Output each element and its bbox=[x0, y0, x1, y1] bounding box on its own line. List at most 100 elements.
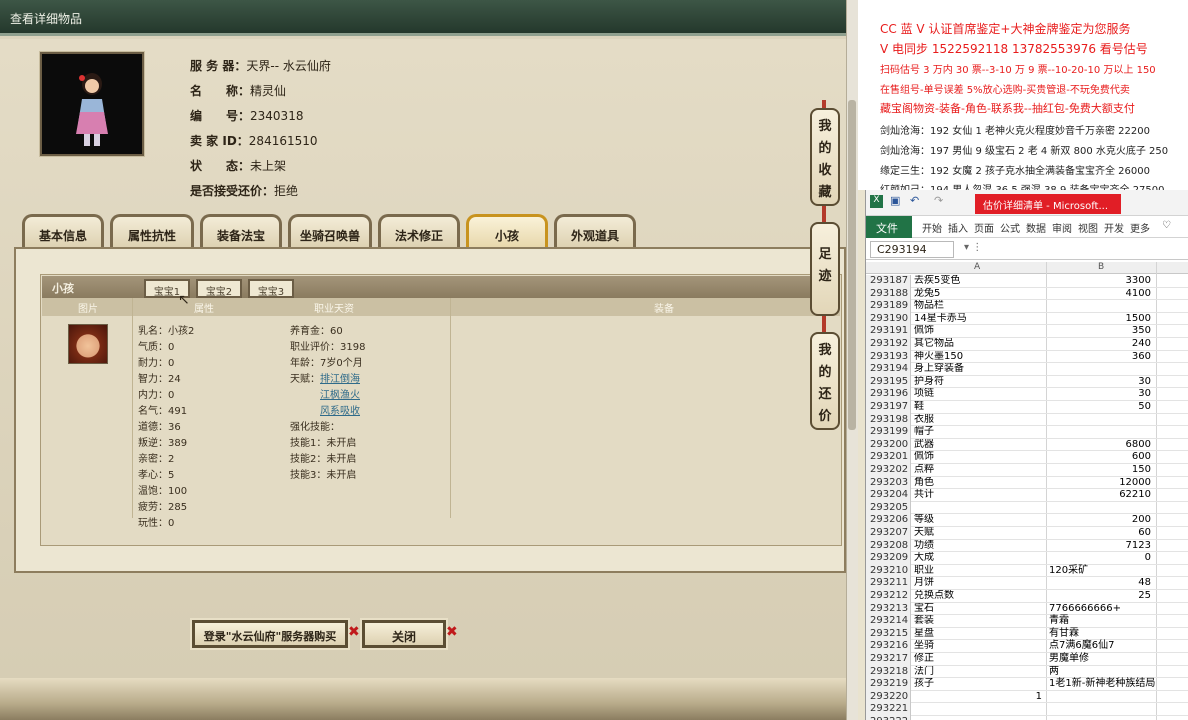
cell-b[interactable]: 350 bbox=[1047, 325, 1155, 337]
cell-b[interactable]: 点7满6魔6仙7 bbox=[1047, 640, 1155, 652]
sheet-row[interactable]: 293206 等级 200 bbox=[866, 514, 1188, 527]
redo-icon[interactable]: ↷ bbox=[934, 194, 943, 207]
row-number[interactable]: 293219 bbox=[866, 678, 911, 691]
sheet-row[interactable]: 293191 佩饰 350 bbox=[866, 325, 1188, 338]
cell-b[interactable]: 30 bbox=[1047, 376, 1155, 388]
sheet-row[interactable]: 293208 功绩 7123 bbox=[866, 539, 1188, 553]
cell-a[interactable]: 去疾5变色 bbox=[912, 275, 1046, 287]
row-number[interactable]: 293218 bbox=[866, 665, 911, 679]
cell-a[interactable]: 宝石 bbox=[912, 603, 1046, 615]
cell-a[interactable]: 坐骑 bbox=[912, 640, 1046, 652]
cell-a[interactable]: 身上穿装备 bbox=[912, 363, 1046, 375]
ribbon-tab-layout[interactable]: 页面 bbox=[974, 220, 994, 235]
row-number[interactable]: 293203 bbox=[866, 476, 911, 490]
cell-b[interactable]: 600 bbox=[1047, 451, 1155, 463]
sheet-row[interactable]: 293212 兑换点数 25 bbox=[866, 590, 1188, 603]
row-number[interactable]: 293198 bbox=[866, 413, 911, 427]
cell-b[interactable]: 青霜 bbox=[1047, 615, 1155, 627]
my-favorites-button[interactable]: 我的收藏 bbox=[810, 108, 840, 206]
cell-b[interactable]: 7123 bbox=[1047, 540, 1155, 552]
ribbon-tab-home[interactable]: 开始 bbox=[922, 220, 942, 235]
sheet-row[interactable]: 293200 武器 6800 bbox=[866, 438, 1188, 452]
cell-a[interactable]: 武器 bbox=[912, 439, 1046, 451]
sheet-row[interactable]: 293204 共计 62210 bbox=[866, 489, 1188, 502]
ribbon-tab-developer[interactable]: 开发 bbox=[1104, 220, 1124, 235]
sheet-row[interactable]: 293213 宝石 7766666666+ bbox=[866, 602, 1188, 616]
cell-a[interactable]: 修正 bbox=[912, 653, 1046, 665]
cell-b[interactable]: 1老1新-新神老种族结局 bbox=[1047, 678, 1155, 690]
column-b-header[interactable]: B bbox=[1098, 262, 1104, 272]
talent-link[interactable]: 风系吸收 bbox=[320, 406, 360, 417]
cell-a[interactable]: 鞋 bbox=[912, 401, 1046, 413]
row-number[interactable]: 293192 bbox=[866, 338, 911, 351]
row-number[interactable]: 293199 bbox=[866, 426, 911, 439]
sheet-row[interactable]: 293198 衣服 bbox=[866, 413, 1188, 427]
sheet-row[interactable]: 293218 法门两 bbox=[866, 665, 1188, 679]
subtab-baby-3[interactable]: 宝宝3 bbox=[248, 279, 294, 298]
ribbon-tab-insert[interactable]: 插入 bbox=[948, 220, 968, 235]
row-number[interactable]: 293213 bbox=[866, 602, 911, 616]
sheet-row[interactable]: 293207 天赋 60 bbox=[866, 527, 1188, 540]
tab-appearance[interactable]: 外观道具 bbox=[554, 214, 636, 248]
cell-b[interactable]: 3300 bbox=[1047, 275, 1155, 287]
ribbon-tab-review[interactable]: 审阅 bbox=[1052, 220, 1072, 235]
row-number[interactable]: 293201 bbox=[866, 451, 911, 464]
sheet-row[interactable]: 293209 大成 0 bbox=[866, 552, 1188, 565]
row-number[interactable]: 293200 bbox=[866, 438, 911, 452]
buy-button[interactable]: 登录"水云仙府"服务器购买 bbox=[192, 620, 348, 648]
cell-a[interactable]: 佩饰 bbox=[912, 451, 1046, 463]
cell-b[interactable]: 有甘霖 bbox=[1047, 628, 1155, 640]
row-number[interactable]: 293187 bbox=[866, 275, 911, 288]
cell-a[interactable]: 护身符 bbox=[912, 376, 1046, 388]
sheet-row[interactable]: 293219 孩子 1老1新-新神老种族结局 bbox=[866, 678, 1188, 691]
cell-a[interactable]: 项链 bbox=[912, 388, 1046, 400]
sheet-row[interactable]: 293211 月饼 48 bbox=[866, 577, 1188, 590]
cell-a[interactable]: 共计 bbox=[912, 489, 1046, 501]
scrollbar-thumb[interactable] bbox=[848, 100, 856, 430]
ribbon-tab-file[interactable]: 文件 bbox=[866, 216, 912, 238]
row-number[interactable]: 293217 bbox=[866, 653, 911, 666]
talent-link[interactable]: 江枫渔火 bbox=[320, 390, 360, 401]
cell-a[interactable]: 等级 bbox=[912, 514, 1046, 526]
cell-b[interactable]: 60 bbox=[1047, 527, 1155, 539]
row-number[interactable]: 293191 bbox=[866, 325, 911, 338]
row-number[interactable]: 293202 bbox=[866, 464, 911, 477]
cell-b[interactable]: 7766666666+ bbox=[1047, 603, 1155, 615]
cell-a[interactable]: 兑换点数 bbox=[912, 590, 1046, 602]
sheet-row[interactable]: 293199 帽子 bbox=[866, 426, 1188, 439]
cell-a[interactable]: 法门 bbox=[912, 666, 1046, 678]
row-number[interactable]: 293222 bbox=[866, 716, 911, 720]
tab-child[interactable]: 小孩 bbox=[466, 214, 548, 248]
ribbon-collapse-icon[interactable]: ♡ bbox=[1162, 220, 1171, 231]
sheet-row[interactable]: 293202 点粹 150 bbox=[866, 464, 1188, 477]
cell-b[interactable]: 30 bbox=[1047, 388, 1155, 400]
cell-a[interactable]: 衣服 bbox=[912, 414, 1046, 426]
row-number[interactable]: 293195 bbox=[866, 375, 911, 389]
sheet-row[interactable]: 293214 套装 青霜 bbox=[866, 615, 1188, 628]
sheet-row[interactable]: 293187 去疾5变色 3300 bbox=[866, 275, 1188, 288]
row-number[interactable]: 293221 bbox=[866, 703, 911, 716]
cell-b[interactable]: 150 bbox=[1047, 464, 1155, 476]
sheet-row[interactable]: 293189 物品栏 bbox=[866, 300, 1188, 313]
cell-b[interactable]: 48 bbox=[1047, 577, 1155, 589]
cell-a[interactable]: 职业 bbox=[912, 565, 1046, 577]
talent-link[interactable]: 排江倒海 bbox=[320, 374, 360, 385]
column-a-header[interactable]: A bbox=[974, 262, 980, 272]
sheet-row[interactable]: 293220 1 bbox=[866, 690, 1188, 704]
cell-a[interactable]: 大成 bbox=[912, 552, 1046, 564]
sheet-row[interactable]: 293190 14星卡赤马 1500 bbox=[866, 312, 1188, 326]
cell-a[interactable]: 佩饰 bbox=[912, 325, 1046, 337]
cell-a[interactable]: 龙兔5 bbox=[912, 288, 1046, 300]
subtab-baby-2[interactable]: 宝宝2 bbox=[196, 279, 242, 298]
row-number[interactable]: 293204 bbox=[866, 489, 911, 502]
cell-a[interactable]: 物品栏 bbox=[912, 300, 1046, 312]
sheet-row[interactable]: 293188 龙兔5 4100 bbox=[866, 287, 1188, 301]
sheet-row[interactable]: 293196 项链 30 bbox=[866, 388, 1188, 401]
sheet-row[interactable]: 293215 星盘 有甘霖 bbox=[866, 627, 1188, 641]
ribbon-tab-view[interactable]: 视图 bbox=[1078, 220, 1098, 235]
row-number[interactable]: 293211 bbox=[866, 577, 911, 590]
save-icon[interactable]: ▣ bbox=[890, 194, 900, 207]
cell-a[interactable]: 星盘 bbox=[912, 628, 1046, 640]
cell-b[interactable]: 240 bbox=[1047, 338, 1155, 350]
row-number[interactable]: 293189 bbox=[866, 300, 911, 313]
